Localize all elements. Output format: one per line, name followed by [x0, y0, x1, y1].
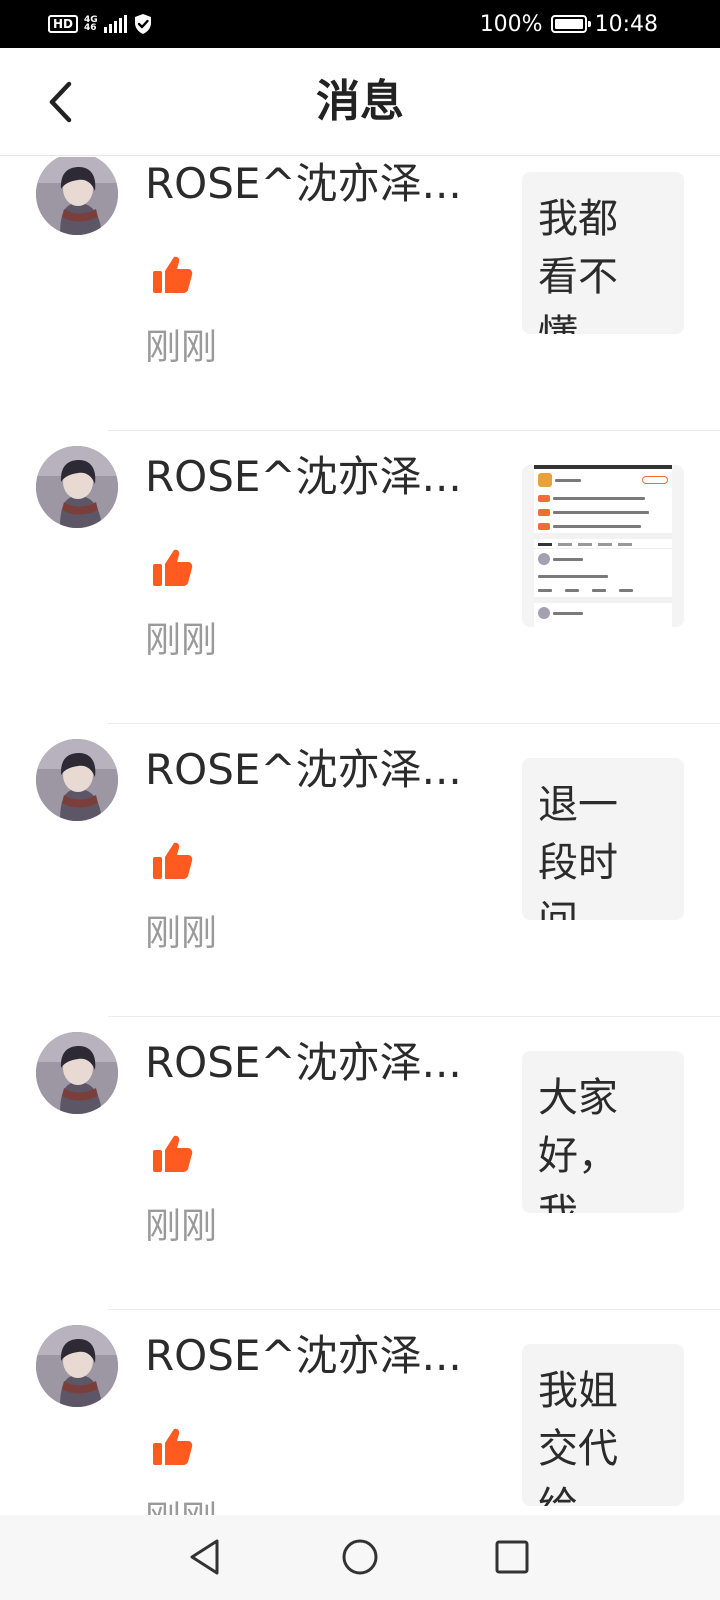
status-bar: HD 4G 46 100% 10:48	[0, 0, 720, 48]
post-preview-text: 大家好，我	[538, 1075, 618, 1213]
battery-percent: 100%	[479, 11, 543, 37]
triangle-back-icon	[190, 1539, 219, 1575]
nav-home-button[interactable]	[338, 1535, 382, 1579]
avatar[interactable]	[36, 157, 118, 235]
username[interactable]: ROSE^沈亦泽....	[145, 158, 465, 210]
thumbs-up-icon	[150, 839, 194, 883]
square-recents-icon	[495, 1540, 529, 1574]
post-preview[interactable]: 大家好，我	[522, 1051, 684, 1213]
post-preview[interactable]: 我姐交代给	[522, 1344, 684, 1506]
thumbs-up-icon	[150, 253, 194, 297]
battery-icon	[550, 15, 591, 33]
network-type: 4G 46	[84, 16, 98, 33]
timestamp: 刚刚	[145, 1498, 217, 1515]
notification-list[interactable]: ROSE^沈亦泽.... 刚刚 我都看不懂 ROSE^沈亦泽.... 刚刚	[0, 157, 720, 1515]
page-title: 消息	[316, 76, 404, 127]
post-preview-text: 我都看不懂	[538, 196, 618, 334]
avatar[interactable]	[36, 1325, 118, 1407]
app-header: 消息	[0, 48, 720, 156]
username[interactable]: ROSE^沈亦泽....	[145, 1330, 465, 1382]
username[interactable]: ROSE^沈亦泽....	[145, 451, 465, 503]
nav-recents-button[interactable]	[490, 1535, 534, 1579]
network-sub-label: 46	[84, 23, 97, 33]
post-preview[interactable]: 我都看不懂	[522, 172, 684, 334]
thumbs-up-icon	[150, 546, 194, 590]
avatar[interactable]	[36, 739, 118, 821]
status-left: HD 4G 46	[48, 12, 153, 36]
notification-list-content: ROSE^沈亦泽.... 刚刚 我都看不懂 ROSE^沈亦泽.... 刚刚	[0, 157, 720, 1515]
thumbs-up-icon	[150, 1425, 194, 1469]
avatar[interactable]	[36, 446, 118, 528]
notification-item[interactable]: ROSE^沈亦泽.... 刚刚 大家好，我	[0, 1017, 720, 1310]
username[interactable]: ROSE^沈亦泽....	[145, 1037, 465, 1089]
post-preview-text: 我姐交代给	[538, 1368, 618, 1506]
timestamp: 刚刚	[145, 913, 218, 954]
nav-back-button[interactable]	[183, 1535, 227, 1579]
notification-item[interactable]: ROSE^沈亦泽.... 刚刚	[0, 431, 720, 724]
notification-item[interactable]: ROSE^沈亦泽.... 刚刚 退一段时间	[0, 724, 720, 1017]
notification-item[interactable]: ROSE^沈亦泽.... 刚刚 我都看不懂	[0, 157, 720, 431]
notification-item[interactable]: ROSE^沈亦泽.... 刚刚 我姐交代给	[0, 1310, 720, 1515]
timestamp: 刚刚	[145, 620, 218, 661]
post-screenshot-thumbnail	[534, 465, 672, 627]
clock: 10:48	[594, 11, 658, 37]
hd-icon: HD	[48, 15, 79, 33]
timestamp: 刚刚	[145, 327, 218, 368]
status-right: 100% 10:48	[480, 10, 658, 38]
shield-check-icon	[134, 14, 151, 34]
post-preview[interactable]: 退一段时间	[522, 758, 684, 920]
avatar[interactable]	[36, 1032, 118, 1114]
system-nav-bar	[0, 1515, 720, 1600]
post-preview-text: 退一段时间	[538, 782, 618, 920]
circle-home-icon	[342, 1539, 378, 1575]
username[interactable]: ROSE^沈亦泽....	[145, 744, 465, 796]
post-preview[interactable]	[522, 465, 684, 627]
signal-icon	[103, 15, 127, 33]
thumbs-up-icon	[150, 1132, 194, 1176]
timestamp: 刚刚	[145, 1206, 218, 1247]
